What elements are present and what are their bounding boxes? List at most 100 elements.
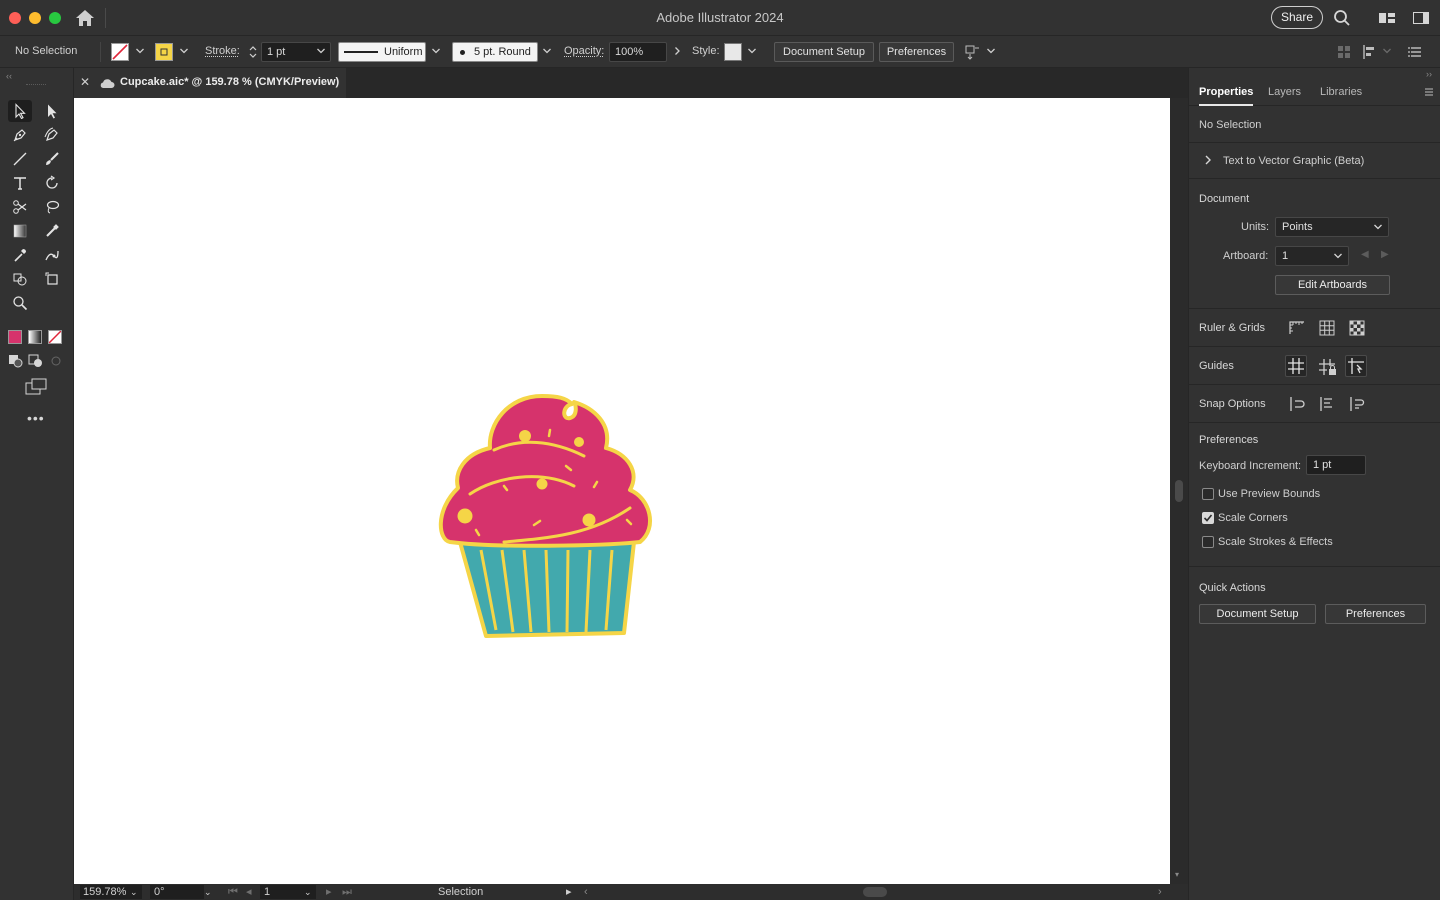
- status-menu-arrow-icon[interactable]: ▸: [566, 885, 572, 899]
- previous-artboard-icon[interactable]: ◂: [246, 885, 252, 899]
- vertical-scrollbar[interactable]: ▾: [1170, 98, 1188, 884]
- use-preview-bounds-checkbox[interactable]: [1202, 488, 1214, 500]
- direct-selection-tool-icon[interactable]: [40, 100, 64, 122]
- brush-select[interactable]: 5 pt. Round: [452, 42, 538, 62]
- snap-to-pixel-icon[interactable]: [1316, 393, 1338, 415]
- stroke-stepper-icon[interactable]: [248, 42, 258, 62]
- smart-guides-icon[interactable]: [1345, 355, 1367, 377]
- vertical-scroll-thumb[interactable]: [1175, 480, 1183, 502]
- scale-strokes-effects-label[interactable]: Scale Strokes & Effects: [1218, 536, 1333, 548]
- artboard-canvas[interactable]: [74, 98, 1170, 884]
- close-window-button[interactable]: [9, 12, 21, 24]
- chevron-right-icon[interactable]: [1203, 154, 1213, 169]
- scissors-tool-icon[interactable]: [8, 196, 32, 218]
- shape-builder-tool-icon[interactable]: [8, 268, 32, 290]
- artboard-tool-icon[interactable]: [40, 268, 64, 290]
- zoom-window-button[interactable]: [49, 12, 61, 24]
- quick-document-setup-button[interactable]: Document Setup: [1199, 604, 1316, 624]
- document-setup-button[interactable]: Document Setup: [774, 42, 874, 62]
- opacity-label[interactable]: Opacity:: [564, 45, 604, 57]
- minimize-window-button[interactable]: [29, 12, 41, 24]
- show-guides-icon[interactable]: [1285, 355, 1307, 377]
- quick-preferences-button[interactable]: Preferences: [1325, 604, 1426, 624]
- panel-toggle-icon[interactable]: [1411, 8, 1431, 28]
- line-segment-tool-icon[interactable]: [8, 148, 32, 170]
- document-tab[interactable]: ✕ Cupcake.aic* @ 159.78 % (CMYK/Preview): [74, 68, 346, 98]
- home-icon[interactable]: [74, 8, 96, 28]
- transform-icon[interactable]: [1334, 42, 1354, 62]
- next-artboard-icon[interactable]: ▸: [326, 885, 332, 899]
- scale-corners-checkbox[interactable]: [1202, 512, 1214, 524]
- align-icon[interactable]: [1360, 42, 1380, 62]
- scroll-left-icon[interactable]: ‹: [584, 885, 588, 899]
- scale-corners-label[interactable]: Scale Corners: [1218, 512, 1288, 524]
- chevron-down-icon[interactable]: [747, 45, 757, 57]
- collapse-panel-icon[interactable]: ‹‹: [6, 71, 12, 81]
- selection-tool-icon[interactable]: [8, 100, 32, 122]
- chevron-right-icon[interactable]: [672, 45, 682, 57]
- chevron-down-icon[interactable]: [135, 45, 145, 57]
- search-icon[interactable]: [1332, 8, 1352, 28]
- units-select[interactable]: Points: [1275, 217, 1389, 237]
- fill-color-swatch[interactable]: [8, 330, 22, 344]
- arrange-documents-icon[interactable]: [963, 42, 983, 62]
- tab-layers[interactable]: Layers: [1268, 86, 1301, 98]
- eyedropper-tool-icon[interactable]: [8, 244, 32, 266]
- rotation-field[interactable]: 0°: [150, 885, 204, 899]
- ruler-icon[interactable]: [1286, 317, 1308, 339]
- scroll-down-icon[interactable]: ▾: [1175, 870, 1179, 879]
- tab-properties[interactable]: Properties: [1199, 86, 1253, 98]
- lock-guides-icon[interactable]: [1316, 356, 1338, 378]
- pen-tool-icon[interactable]: [8, 124, 32, 146]
- curvature-tool-icon[interactable]: [40, 124, 64, 146]
- eyedropper-measure-icon[interactable]: [40, 220, 64, 242]
- chevron-down-icon[interactable]: [431, 45, 441, 57]
- scroll-right-icon[interactable]: ›: [1158, 885, 1162, 899]
- type-tool-icon[interactable]: [8, 172, 32, 194]
- last-artboard-icon[interactable]: ⏭: [342, 885, 352, 899]
- chevron-down-icon[interactable]: [1382, 45, 1392, 57]
- change-screen-mode-icon[interactable]: [24, 378, 48, 396]
- gradient-swatch[interactable]: [28, 330, 42, 344]
- none-swatch[interactable]: [48, 330, 62, 344]
- text-to-vector-section[interactable]: Text to Vector Graphic (Beta): [1223, 155, 1364, 167]
- rotate-tool-icon[interactable]: [40, 172, 64, 194]
- opacity-field[interactable]: 100%: [609, 42, 667, 62]
- panel-menu-icon[interactable]: [1406, 42, 1426, 62]
- workspace-switcher-icon[interactable]: [1377, 8, 1397, 28]
- first-artboard-icon[interactable]: ⏮: [228, 885, 238, 899]
- expand-panel-icon[interactable]: ››: [1426, 69, 1432, 79]
- chevron-down-icon[interactable]: [986, 45, 996, 57]
- preferences-button[interactable]: Preferences: [879, 42, 954, 62]
- snap-to-glyph-icon[interactable]: [1346, 393, 1368, 415]
- transparency-grid-icon[interactable]: [1346, 317, 1368, 339]
- chevron-down-icon[interactable]: ⌄: [204, 885, 212, 899]
- chevron-down-icon[interactable]: ⌄: [304, 885, 312, 899]
- draw-normal-icon[interactable]: [8, 354, 24, 368]
- paintbrush-tool-icon[interactable]: [40, 148, 64, 170]
- grid-icon[interactable]: [1316, 317, 1338, 339]
- panel-options-icon[interactable]: [1423, 86, 1435, 101]
- tab-libraries[interactable]: Libraries: [1320, 86, 1362, 98]
- next-artboard-icon[interactable]: ▶: [1381, 249, 1389, 260]
- snap-to-point-icon[interactable]: [1286, 393, 1308, 415]
- graphic-style-swatch[interactable]: [724, 43, 742, 61]
- chevron-down-icon[interactable]: [179, 45, 189, 57]
- previous-artboard-icon[interactable]: ◀: [1361, 249, 1369, 260]
- stroke-profile-select[interactable]: Uniform: [338, 42, 426, 62]
- close-tab-icon[interactable]: ✕: [80, 75, 90, 89]
- stroke-swatch[interactable]: [155, 43, 173, 61]
- more-tools-icon[interactable]: •••: [27, 410, 45, 426]
- horizontal-scroll-thumb[interactable]: [863, 887, 887, 897]
- chevron-down-icon[interactable]: ⌄: [130, 885, 138, 899]
- chevron-down-icon[interactable]: [316, 45, 326, 57]
- puppet-warp-tool-icon[interactable]: [40, 244, 64, 266]
- artboard-select[interactable]: 1: [1275, 246, 1349, 266]
- gradient-tool-icon[interactable]: [8, 220, 32, 242]
- draw-behind-icon[interactable]: [28, 354, 44, 368]
- chevron-down-icon[interactable]: [542, 45, 552, 57]
- scale-strokes-effects-checkbox[interactable]: [1202, 536, 1214, 548]
- fill-swatch[interactable]: [111, 43, 129, 61]
- draw-inside-icon[interactable]: [48, 354, 64, 368]
- zoom-tool-icon[interactable]: [8, 292, 32, 314]
